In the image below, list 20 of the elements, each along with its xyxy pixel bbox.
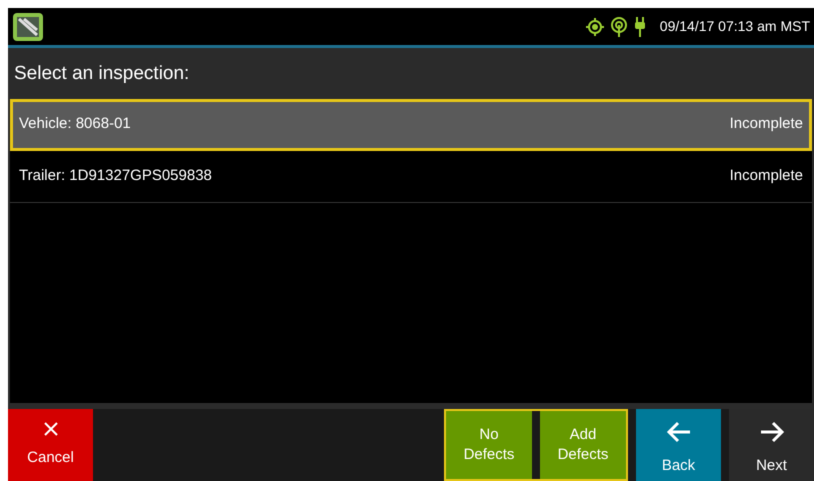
next-button[interactable]: Next xyxy=(729,409,814,481)
defects-button[interactable]: Add Defects xyxy=(540,411,626,479)
inspection-row[interactable]: Vehicle: 8068-01 Incomplete xyxy=(10,98,812,150)
date-time: 09/14/17 07:13 am MST xyxy=(660,17,810,36)
signal-icon xyxy=(610,16,628,36)
close-icon xyxy=(42,420,58,437)
inspection-status: Incomplete xyxy=(730,166,803,186)
cancel-button[interactable]: Cancel xyxy=(8,409,93,481)
inspection-label: Vehicle: 8068-01 xyxy=(19,114,131,134)
inspection-status: Incomplete xyxy=(730,114,803,134)
back-button[interactable]: Back xyxy=(636,409,721,481)
inspection-row[interactable]: Trailer: 1D91327GPS059838 Incomplete xyxy=(10,150,812,202)
location-icon xyxy=(586,18,604,36)
plug-icon xyxy=(634,16,646,36)
right-arrow-icon xyxy=(758,420,784,442)
defects-button[interactable]: No Defects xyxy=(446,411,532,479)
app-logo-icon[interactable] xyxy=(12,12,44,42)
inspection-label: Trailer: 1D91327GPS059838 xyxy=(19,166,212,186)
left-arrow-icon xyxy=(666,420,692,442)
screen-title: Select an inspection: xyxy=(13,62,190,86)
